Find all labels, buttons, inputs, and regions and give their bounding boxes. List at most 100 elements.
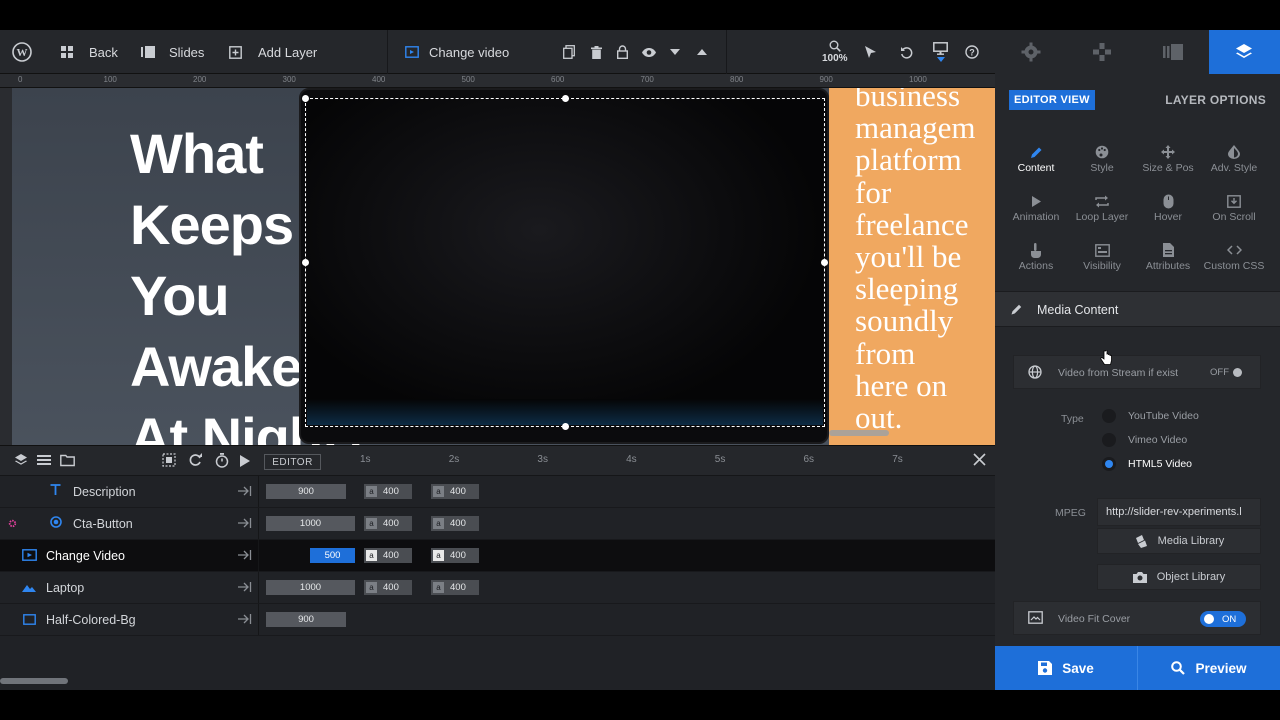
start-delay-bar[interactable]: 900 (266, 612, 346, 627)
resize-handle[interactable] (562, 95, 569, 102)
tab-slider-settings[interactable] (995, 30, 1066, 74)
visibility-toggle-button[interactable] (641, 30, 657, 74)
resize-handle[interactable] (302, 259, 309, 266)
tab-actions[interactable]: Actions (1003, 240, 1069, 280)
layer-down-button[interactable] (670, 30, 680, 74)
pencil-icon (1011, 304, 1022, 315)
end-arrow-icon[interactable] (238, 613, 252, 625)
fit-cover-toggle[interactable]: ON (1200, 611, 1246, 627)
resize-handle[interactable] (821, 259, 828, 266)
play-icon[interactable] (240, 455, 250, 467)
canvas-scrollbar[interactable] (829, 430, 889, 436)
out-animation-bar[interactable]: a 400 (431, 516, 479, 531)
tab-layer-options[interactable] (1208, 30, 1280, 74)
tab-attributes[interactable]: Attributes (1135, 240, 1201, 280)
radio-html5-video[interactable]: HTML5 Video (1102, 457, 1192, 471)
add-layer-icon (229, 45, 242, 59)
delete-layer-button[interactable] (591, 30, 602, 74)
timeline-row[interactable]: Laptop 1000 a 400 a 400 (0, 572, 995, 604)
in-animation-bar[interactable]: a 400 (364, 516, 412, 531)
half-colored-bg-layer[interactable]: business managem platform for freelance … (829, 88, 995, 445)
stream-toggle[interactable]: OFF (1210, 367, 1242, 378)
ruler-label: 100 (103, 75, 117, 84)
tab-loop-layer[interactable]: Loop Layer (1069, 191, 1135, 231)
start-delay-bar[interactable]: 500 (310, 548, 355, 563)
preview-button[interactable]: Preview (1138, 646, 1280, 690)
select-area-icon[interactable] (162, 453, 176, 467)
start-delay-bar[interactable]: 1000 (266, 516, 355, 531)
timeline-row[interactable]: Cta-Button 1000 a 400 a 400 (0, 508, 995, 540)
tab-visibility[interactable]: Visibility (1069, 240, 1135, 280)
select-tool-button[interactable] (865, 30, 876, 74)
tab-on-scroll[interactable]: On Scroll (1201, 191, 1267, 231)
layer-up-button[interactable] (697, 30, 707, 74)
out-animation-bar[interactable]: a 400 (431, 580, 479, 595)
timeline-row-selected[interactable]: Change Video 500 a 400 a 400 (0, 540, 995, 572)
current-layer-name: Change video (429, 44, 510, 60)
start-delay-bar[interactable]: 900 (266, 484, 346, 499)
resize-handle[interactable] (562, 423, 569, 430)
layer-name: Cta-Button (73, 517, 133, 531)
layers-icon (1236, 44, 1253, 58)
tab-adv-style[interactable]: Adv. Style (1201, 142, 1267, 182)
timeline-editor-label[interactable]: EDITOR (264, 454, 321, 470)
editor-view-badge[interactable]: EDITOR VIEW (1009, 90, 1095, 110)
end-arrow-icon[interactable] (238, 517, 252, 529)
layers-icon[interactable] (14, 453, 28, 467)
description-line: soundly (855, 303, 954, 339)
resize-handle[interactable] (302, 95, 309, 102)
panel-mode-tabs (995, 30, 1280, 74)
tab-slide-options[interactable] (1138, 30, 1209, 74)
start-delay-bar[interactable]: 1000 (266, 580, 355, 595)
back-button[interactable]: Back (61, 30, 118, 74)
selection-box[interactable] (302, 95, 828, 430)
save-button[interactable]: Save (995, 646, 1137, 690)
end-arrow-icon[interactable] (238, 581, 252, 593)
in-animation-bar[interactable]: a 400 (364, 484, 412, 499)
end-arrow-icon[interactable] (238, 485, 252, 497)
folder-icon[interactable] (60, 453, 75, 467)
current-layer-selector[interactable]: Change video (405, 30, 509, 74)
fit-cover-label: Video Fit Cover (1058, 613, 1131, 625)
tab-hover[interactable]: Hover (1135, 191, 1201, 231)
floppy-disk-icon (1038, 661, 1053, 675)
device-preview-button[interactable] (933, 30, 948, 74)
slides-button[interactable]: Slides (141, 30, 204, 74)
lock-layer-button[interactable] (617, 30, 628, 74)
radio-vimeo-video[interactable]: Vimeo Video (1102, 433, 1187, 447)
description-layer[interactable]: business managem platform for freelance … (855, 88, 976, 434)
timeline-scrollbar[interactable] (0, 678, 68, 684)
timeline-row[interactable]: Half-Colored-Bg 900 (0, 604, 995, 636)
in-animation-bar[interactable]: a 400 (364, 580, 412, 595)
zoom-control[interactable]: 100% (822, 30, 848, 74)
magnifier-icon (829, 40, 841, 52)
media-library-button[interactable]: Media Library (1097, 528, 1261, 554)
slide-canvas[interactable]: What Keeps You Awake At Night? business … (12, 88, 995, 445)
cursor-arrow-icon (865, 45, 876, 58)
add-layer-button[interactable]: Add Layer (229, 30, 317, 74)
radio-youtube-video[interactable]: YouTube Video (1102, 409, 1199, 423)
tab-content[interactable]: Content (1003, 142, 1069, 182)
out-animation-bar[interactable]: a 400 (431, 484, 479, 499)
list-icon[interactable] (37, 453, 51, 467)
in-animation-bar[interactable]: a 400 (364, 548, 412, 563)
help-button[interactable]: ? (965, 30, 979, 74)
loop-icon[interactable] (188, 453, 203, 467)
tab-style[interactable]: Style (1069, 142, 1135, 182)
end-arrow-icon[interactable] (238, 549, 252, 561)
close-icon[interactable] (973, 453, 986, 466)
mpeg-url-input[interactable]: http://slider-rev-xperiments.l (1097, 498, 1261, 526)
tab-navigation[interactable] (1066, 30, 1137, 74)
tab-animation[interactable]: Animation (1003, 191, 1069, 231)
stopwatch-icon[interactable] (215, 453, 229, 468)
object-library-button[interactable]: Object Library (1097, 564, 1261, 590)
tab-size-pos[interactable]: Size & Pos (1135, 142, 1201, 182)
wordpress-logo-icon[interactable]: W (12, 30, 32, 74)
media-content-section[interactable]: Media Content (995, 291, 1280, 327)
duplicate-layer-button[interactable] (563, 30, 575, 74)
undo-button[interactable] (900, 30, 913, 74)
timeline-row[interactable]: Description 900 a 400 a 400 (0, 476, 995, 508)
ruler-label: 200 (193, 75, 207, 84)
out-animation-bar[interactable]: a 400 (431, 548, 479, 563)
tab-custom-css[interactable]: Custom CSS (1201, 240, 1267, 280)
